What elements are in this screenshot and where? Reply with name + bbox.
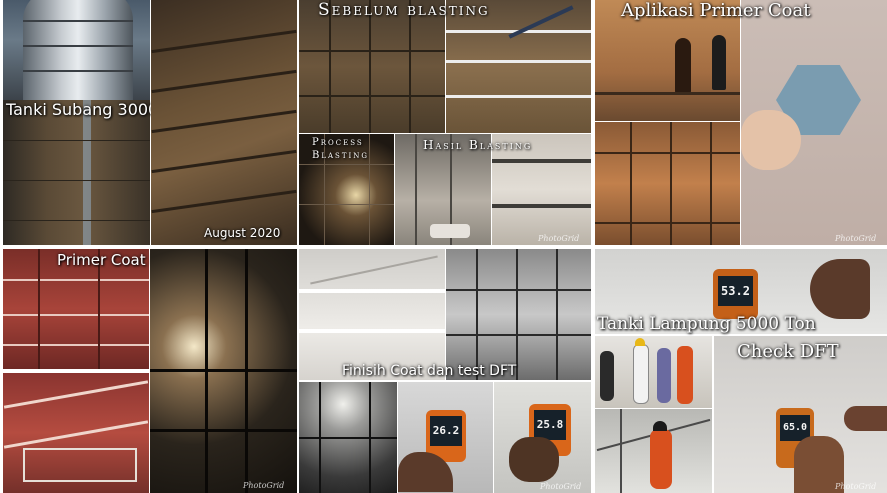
photo-looking-up-tank: [299, 382, 397, 493]
photo-white-scaffold: [446, 249, 591, 380]
watermark-3: PhotoGrid: [243, 481, 285, 490]
photo-tank-interior-rust: [3, 100, 150, 245]
photo-tank-exterior: [3, 0, 150, 100]
caption-sebelum-blasting: Sebelum blasting: [318, 0, 490, 20]
dft-value-1: 26.2: [430, 416, 462, 446]
caption-process-blasting: Process Blasting: [312, 136, 392, 162]
photo-scaffold-light: [150, 249, 297, 493]
caption-finisih-coat: Finisih Coat dan test DFT: [342, 363, 517, 379]
photo-dft-reading-1: 26.2: [398, 382, 493, 493]
photo-white-roof: [299, 249, 445, 380]
photo-worker-scaffold: [595, 409, 712, 493]
watermark-5: PhotoGrid: [835, 482, 877, 491]
photo-primer-roof-2: [3, 373, 149, 493]
dft-value-3: 53.2: [718, 276, 753, 306]
caption-process-text: Process Blasting: [312, 137, 369, 161]
caption-tanki-lampung: Tanki Lampung 5000 Ton: [597, 314, 816, 334]
photo-primed-interior: [595, 122, 740, 245]
photo-dft-reading-2: 25.8: [494, 382, 591, 493]
photo-scaffold-interior: [151, 0, 297, 245]
watermark-1: PhotoGrid: [538, 234, 580, 243]
caption-check-dft: Check DFT: [737, 341, 839, 362]
dft-value-2: 25.8: [534, 410, 566, 440]
photo-workers-group: [595, 336, 712, 408]
caption-hasil-blasting: Hasil Blasting: [423, 138, 533, 152]
caption-aplikasi-primer: Aplikasi Primer Coat: [621, 0, 811, 21]
photo-wet-film-comb: [741, 0, 887, 245]
caption-august-2020: August 2020: [204, 226, 281, 240]
watermark-2: PhotoGrid: [835, 234, 877, 243]
dft-meter-3: 53.2: [713, 269, 758, 319]
watermark-4: PhotoGrid: [540, 482, 582, 491]
